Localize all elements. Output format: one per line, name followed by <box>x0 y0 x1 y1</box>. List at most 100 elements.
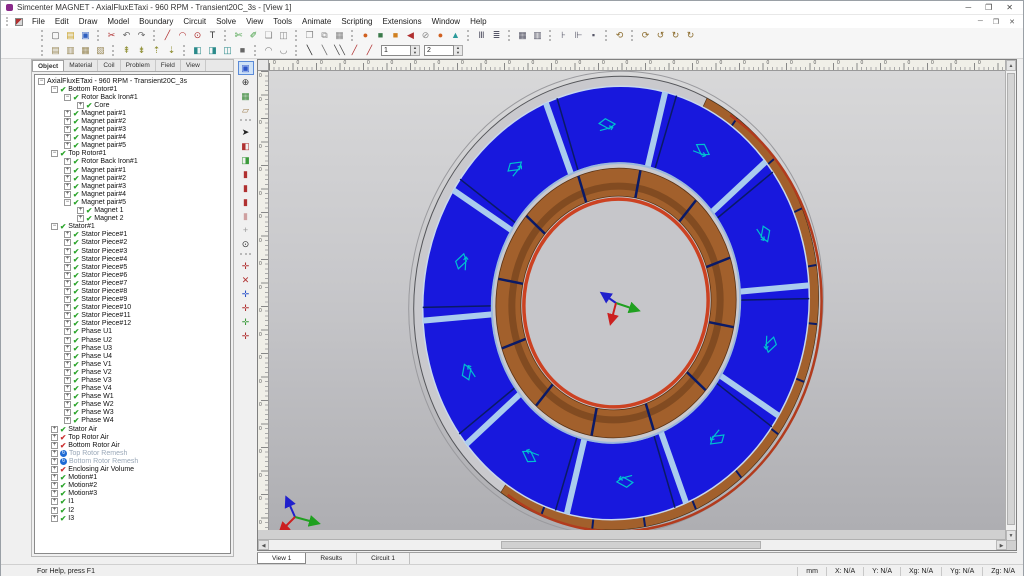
tree-expander[interactable]: + <box>64 256 71 263</box>
tree-expander[interactable]: + <box>77 207 84 214</box>
tree-item[interactable]: −✔Rotor Back Iron#1 <box>35 93 230 101</box>
tree-item[interactable]: +✔Stator Piece#10 <box>35 304 230 312</box>
rotate-y-button[interactable]: ✛ <box>238 315 254 329</box>
undo-button[interactable]: ↶ <box>119 29 134 42</box>
zoom-dynamic-button[interactable]: ⊙ <box>238 237 254 251</box>
mesh-button[interactable]: Ⅲ <box>474 29 489 42</box>
field-update-1-button[interactable]: ⇞ <box>119 44 134 57</box>
tree-item[interactable]: +✔Stator Piece#8 <box>35 287 230 295</box>
shell-button[interactable]: ◫ <box>276 29 291 42</box>
mesh-list-button[interactable]: ≣ <box>489 29 504 42</box>
tree-expander[interactable]: + <box>64 158 71 165</box>
mesh-view-button[interactable]: ▦ <box>238 89 254 103</box>
doc-tab-results[interactable]: Results <box>306 553 357 564</box>
tree-item[interactable]: +✔Stator Piece#5 <box>35 263 230 271</box>
tree-expander[interactable]: + <box>77 215 84 222</box>
zoom-button[interactable]: ⊕ <box>238 75 254 89</box>
bound-a-button[interactable]: ⊦ <box>556 29 571 42</box>
field-arrows-button[interactable]: ◧ <box>238 139 254 153</box>
tree-expander[interactable]: + <box>64 369 71 376</box>
tree-expander[interactable]: + <box>64 328 71 335</box>
save-button[interactable]: ▣ <box>78 29 93 42</box>
tree-item[interactable]: +✔Stator Piece#12 <box>35 320 230 328</box>
layer-value[interactable]: 2 <box>424 45 454 56</box>
horizontal-scrollbar[interactable]: ◀ ▶ <box>258 539 1007 550</box>
report-button[interactable]: ▦ <box>78 44 93 57</box>
line-thick-button[interactable]: ╲ <box>302 44 317 57</box>
tree-item[interactable]: −✔Top Rotor#1 <box>35 150 230 158</box>
spin-z-button[interactable]: ↻ <box>683 29 698 42</box>
tree-expander[interactable]: + <box>51 458 58 465</box>
tree-item[interactable]: +✔Magnet 1 <box>35 207 230 215</box>
tree-expander[interactable]: + <box>51 442 58 449</box>
tree-item[interactable]: −✔Magnet pair#5 <box>35 198 230 206</box>
scroll-right-icon[interactable]: ▶ <box>996 540 1007 550</box>
tree-item[interactable]: +✔I3 <box>35 514 230 522</box>
tree-expander[interactable]: + <box>51 498 58 505</box>
tree-expander[interactable]: − <box>51 150 58 157</box>
tree-item[interactable]: +✔Stator Piece#2 <box>35 239 230 247</box>
tree-expander[interactable]: + <box>51 426 58 433</box>
tree-expander[interactable]: + <box>64 126 71 133</box>
draw-circle-button[interactable]: ⊙ <box>190 29 205 42</box>
horizontal-scroll-thumb[interactable] <box>501 541 761 549</box>
tree-item[interactable]: +✔Magnet pair#1 <box>35 166 230 174</box>
axial-flux-machine-model[interactable] <box>269 71 1007 530</box>
draw-arc-button[interactable]: ◠ <box>175 29 190 42</box>
grid-a-button[interactable]: ▦ <box>515 29 530 42</box>
tree-item[interactable]: +✔Magnet pair#1 <box>35 109 230 117</box>
document-icon[interactable] <box>15 18 23 26</box>
tree-item[interactable]: +✔Rotor Back Iron#1 <box>35 158 230 166</box>
menu-animate[interactable]: Animate <box>297 15 336 28</box>
tree-expander[interactable]: + <box>64 288 71 295</box>
window-right-button[interactable]: ◨ <box>205 44 220 57</box>
tree-expander[interactable]: + <box>64 320 71 327</box>
viewport-canvas[interactable] <box>269 71 1007 530</box>
tree-item[interactable]: +✔Phase V1 <box>35 360 230 368</box>
tree-expander[interactable]: + <box>64 312 71 319</box>
doc-tab-view-1[interactable]: View 1 <box>257 553 306 564</box>
line-width-spin-buttons[interactable]: ▲▼ <box>411 45 420 56</box>
solve-3d-button[interactable]: ◀ <box>403 29 418 42</box>
tree-expander[interactable]: − <box>51 223 58 230</box>
tree-expander[interactable]: − <box>64 199 71 206</box>
tree-expander[interactable]: + <box>64 345 71 352</box>
window-both-button[interactable]: ◫ <box>220 44 235 57</box>
new-button[interactable]: ▢ <box>48 29 63 42</box>
tree-expander[interactable]: + <box>64 401 71 408</box>
tree-expander[interactable]: + <box>64 353 71 360</box>
menu-tools[interactable]: Tools <box>268 15 297 28</box>
vertical-scrollbar[interactable]: ▲ ▼ <box>1005 60 1016 541</box>
tree-expander[interactable]: + <box>51 434 58 441</box>
spin-y-button[interactable]: ↻ <box>668 29 683 42</box>
tree-expander[interactable]: + <box>51 450 58 457</box>
tree-item[interactable]: +✔Magnet pair#2 <box>35 174 230 182</box>
tree-item[interactable]: +✔Phase V3 <box>35 376 230 384</box>
menu-model[interactable]: Model <box>102 15 134 28</box>
redo-button[interactable]: ↷ <box>134 29 149 42</box>
mirror-component-button[interactable]: ⧉ <box>317 29 332 42</box>
tree-item[interactable]: +✔Phase V4 <box>35 385 230 393</box>
menu-edit[interactable]: Edit <box>50 15 74 28</box>
tree-item[interactable]: +✔Stator Air <box>35 425 230 433</box>
tree-item[interactable]: +✔Phase W3 <box>35 409 230 417</box>
tree-expander[interactable]: + <box>64 191 71 198</box>
rotate-ccw-button[interactable]: ⟲ <box>612 29 627 42</box>
menu-extensions[interactable]: Extensions <box>377 15 426 28</box>
tree-item[interactable]: +✔Phase V2 <box>35 368 230 376</box>
tree-item[interactable]: +✔I2 <box>35 506 230 514</box>
doc-tab-circuit-1[interactable]: Circuit 1 <box>357 553 410 564</box>
array-component-button[interactable]: ▦ <box>332 29 347 42</box>
tree-item[interactable]: +✔Magnet pair#4 <box>35 134 230 142</box>
line-thin-button[interactable]: ╲ <box>317 44 332 57</box>
menu-file[interactable]: File <box>27 15 50 28</box>
mdi-close-icon[interactable]: ✕ <box>1009 18 1015 26</box>
menu-draw[interactable]: Draw <box>74 15 103 28</box>
tree-item[interactable]: −✔Stator#1 <box>35 223 230 231</box>
tree-expander[interactable]: + <box>51 490 58 497</box>
menu-circuit[interactable]: Circuit <box>178 15 211 28</box>
tree-item[interactable]: +✔Stator Piece#4 <box>35 255 230 263</box>
object-tree[interactable]: −AxialFluxETaxi - 960 RPM - Transient20C… <box>34 74 231 554</box>
tree-item[interactable]: +✔Stator Piece#3 <box>35 247 230 255</box>
tree-item[interactable]: −✔Bottom Rotor#1 <box>35 85 230 93</box>
